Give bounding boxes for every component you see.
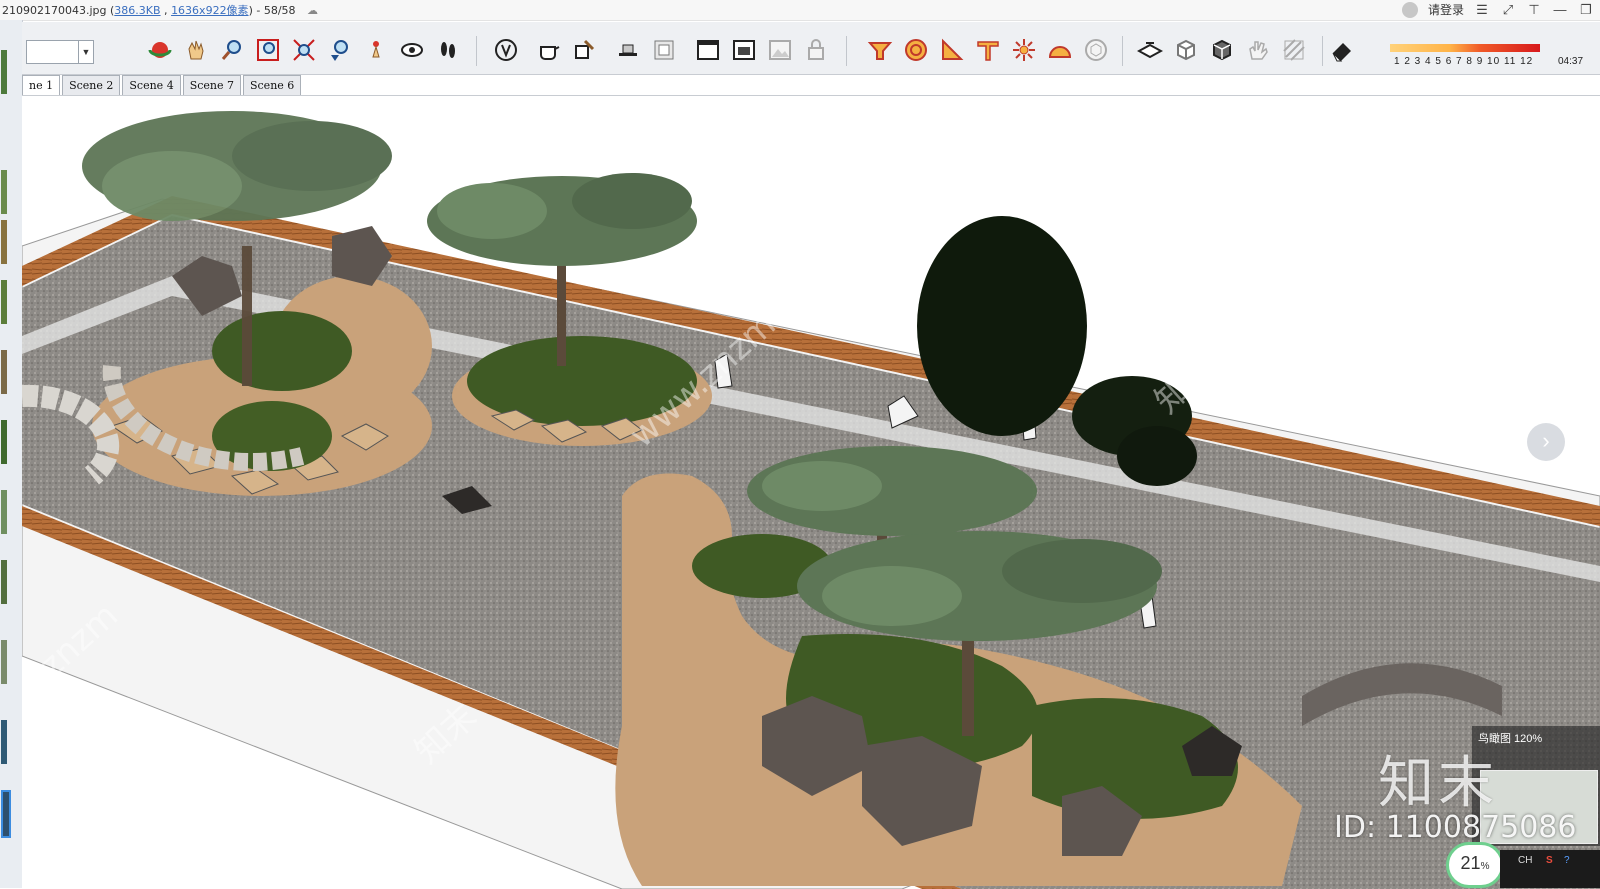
walk-icon[interactable] (434, 36, 462, 64)
window-controls: 请登录 ☰ ⤢ ⊤ — ❐ (1401, 1, 1594, 18)
eraser-icon[interactable] (1328, 36, 1356, 64)
thumbnail[interactable] (1, 50, 7, 94)
image-id-watermark: ID: 1100875086 (1334, 810, 1577, 845)
fullscreen-icon[interactable]: ⤢ (1500, 2, 1516, 18)
sketchup-toolbar: ▼ 1 2 3 4 5 6 7 8 9 10 11 12 04:37 (22, 22, 1600, 75)
triangle-ruler-icon[interactable] (938, 36, 966, 64)
zoom-unit: % (1480, 861, 1490, 872)
sphere-cube-icon[interactable] (1082, 36, 1110, 64)
hand-grab-icon[interactable] (1244, 36, 1272, 64)
title-tail: ) - 58/58 (248, 4, 296, 17)
zoom-window-icon[interactable] (254, 36, 282, 64)
thumbnail[interactable] (1, 420, 7, 464)
zoom-indicator[interactable]: 21% (1446, 842, 1504, 888)
ime-language[interactable]: CH (1518, 855, 1532, 866)
thumbnail[interactable] (1, 170, 7, 214)
tee-square-icon[interactable] (974, 36, 1002, 64)
box-outline-icon[interactable] (1172, 36, 1200, 64)
tab-scene-7[interactable]: Scene 7 (182, 75, 241, 95)
image-icon[interactable] (766, 36, 794, 64)
circle-target-icon[interactable] (902, 36, 930, 64)
window-title: 210902170043.jpg (386.3KB , 1636x922像素) … (2, 2, 318, 18)
thumbnail[interactable] (1, 220, 7, 264)
toolbar-separator (1322, 36, 1323, 66)
restore-icon[interactable]: ❐ (1578, 2, 1594, 18)
section-box-icon[interactable] (650, 36, 678, 64)
shadow-month-numbers: 1 2 3 4 5 6 7 8 9 10 11 12 (1394, 56, 1534, 67)
orbit-icon[interactable] (146, 36, 174, 64)
lock-icon[interactable] (802, 36, 830, 64)
window-frame-icon[interactable] (694, 36, 722, 64)
help-icon[interactable]: ? (1564, 855, 1570, 866)
tab-scene-2[interactable]: Scene 2 (62, 75, 121, 95)
layer-dropdown[interactable]: ▼ (26, 40, 94, 64)
filename: 210902170043.jpg ( (2, 4, 115, 17)
toolbar-separator (1122, 36, 1123, 66)
system-tray: CH S ? (1500, 850, 1600, 888)
shadow-time-scale[interactable] (1390, 44, 1540, 52)
thumbnail-strip (0, 20, 23, 888)
thumbnail[interactable] (1, 350, 7, 394)
title-bar: 210902170043.jpg (386.3KB , 1636x922像素) … (0, 0, 1600, 21)
tab-scene-6[interactable]: Scene 6 (242, 75, 302, 95)
tab-scene-1[interactable]: ne 1 (22, 75, 61, 95)
cloud-icon[interactable]: ☁ (307, 4, 318, 17)
pin-icon[interactable]: ⊤ (1526, 2, 1542, 18)
minimize-icon[interactable]: — (1552, 2, 1568, 17)
box-solid-icon[interactable] (1208, 36, 1236, 64)
login-link[interactable]: 请登录 (1428, 1, 1464, 18)
previous-view-icon[interactable] (326, 36, 354, 64)
scene-tabs: ne 1 Scene 2 Scene 4 Scene 7 Scene 6 (22, 75, 303, 95)
flat-shade-icon[interactable] (614, 36, 642, 64)
shadow-time-label: 04:37 (1558, 56, 1584, 67)
position-camera-icon[interactable] (362, 36, 390, 64)
tab-scene-4[interactable]: Scene 4 (122, 75, 181, 95)
title-sep: , (160, 4, 172, 17)
thumbnail[interactable] (1, 720, 7, 764)
thumbnail[interactable] (1, 490, 7, 534)
brand-watermark: 知末 (1378, 751, 1498, 816)
thumbnail[interactable] (1, 560, 7, 604)
paint-bucket-icon[interactable] (570, 36, 598, 64)
half-dome-icon[interactable] (1046, 36, 1074, 64)
zoom-value: 21 (1460, 853, 1481, 873)
sogou-icon[interactable]: S (1546, 855, 1553, 866)
toolbar-separator (476, 36, 477, 66)
sandbox-contours-icon[interactable] (866, 36, 894, 64)
style-icon[interactable] (492, 36, 520, 64)
thumbnail-selected[interactable] (1, 790, 11, 838)
zoom-extents-icon[interactable] (290, 36, 318, 64)
chevron-down-icon[interactable]: ▼ (78, 41, 93, 63)
garden-model-render (22, 111, 1600, 889)
toolbar-separator (846, 36, 847, 66)
menu-icon[interactable]: ☰ (1474, 2, 1490, 18)
mesh-plane-icon[interactable] (1136, 36, 1164, 64)
look-around-icon[interactable] (398, 36, 426, 64)
sunburst-icon[interactable] (1010, 36, 1038, 64)
avatar-icon[interactable] (1401, 1, 1418, 18)
window-photo-icon[interactable] (730, 36, 758, 64)
teapot-icon[interactable] (534, 36, 562, 64)
next-image-button[interactable]: › (1527, 423, 1565, 461)
model-viewport[interactable]: www.znzmo.com 知末网 www.znzmo.com 知末 znzm (22, 95, 1600, 889)
thumbnail[interactable] (1, 280, 7, 324)
thumbnail[interactable] (1, 640, 7, 684)
dimensions-link[interactable]: 1636x922像素 (171, 4, 249, 17)
zoom-icon[interactable] (218, 36, 246, 64)
filesize-link[interactable]: 386.3KB (114, 4, 160, 17)
hatch-grid-icon[interactable] (1280, 36, 1308, 64)
pan-icon[interactable] (182, 36, 210, 64)
